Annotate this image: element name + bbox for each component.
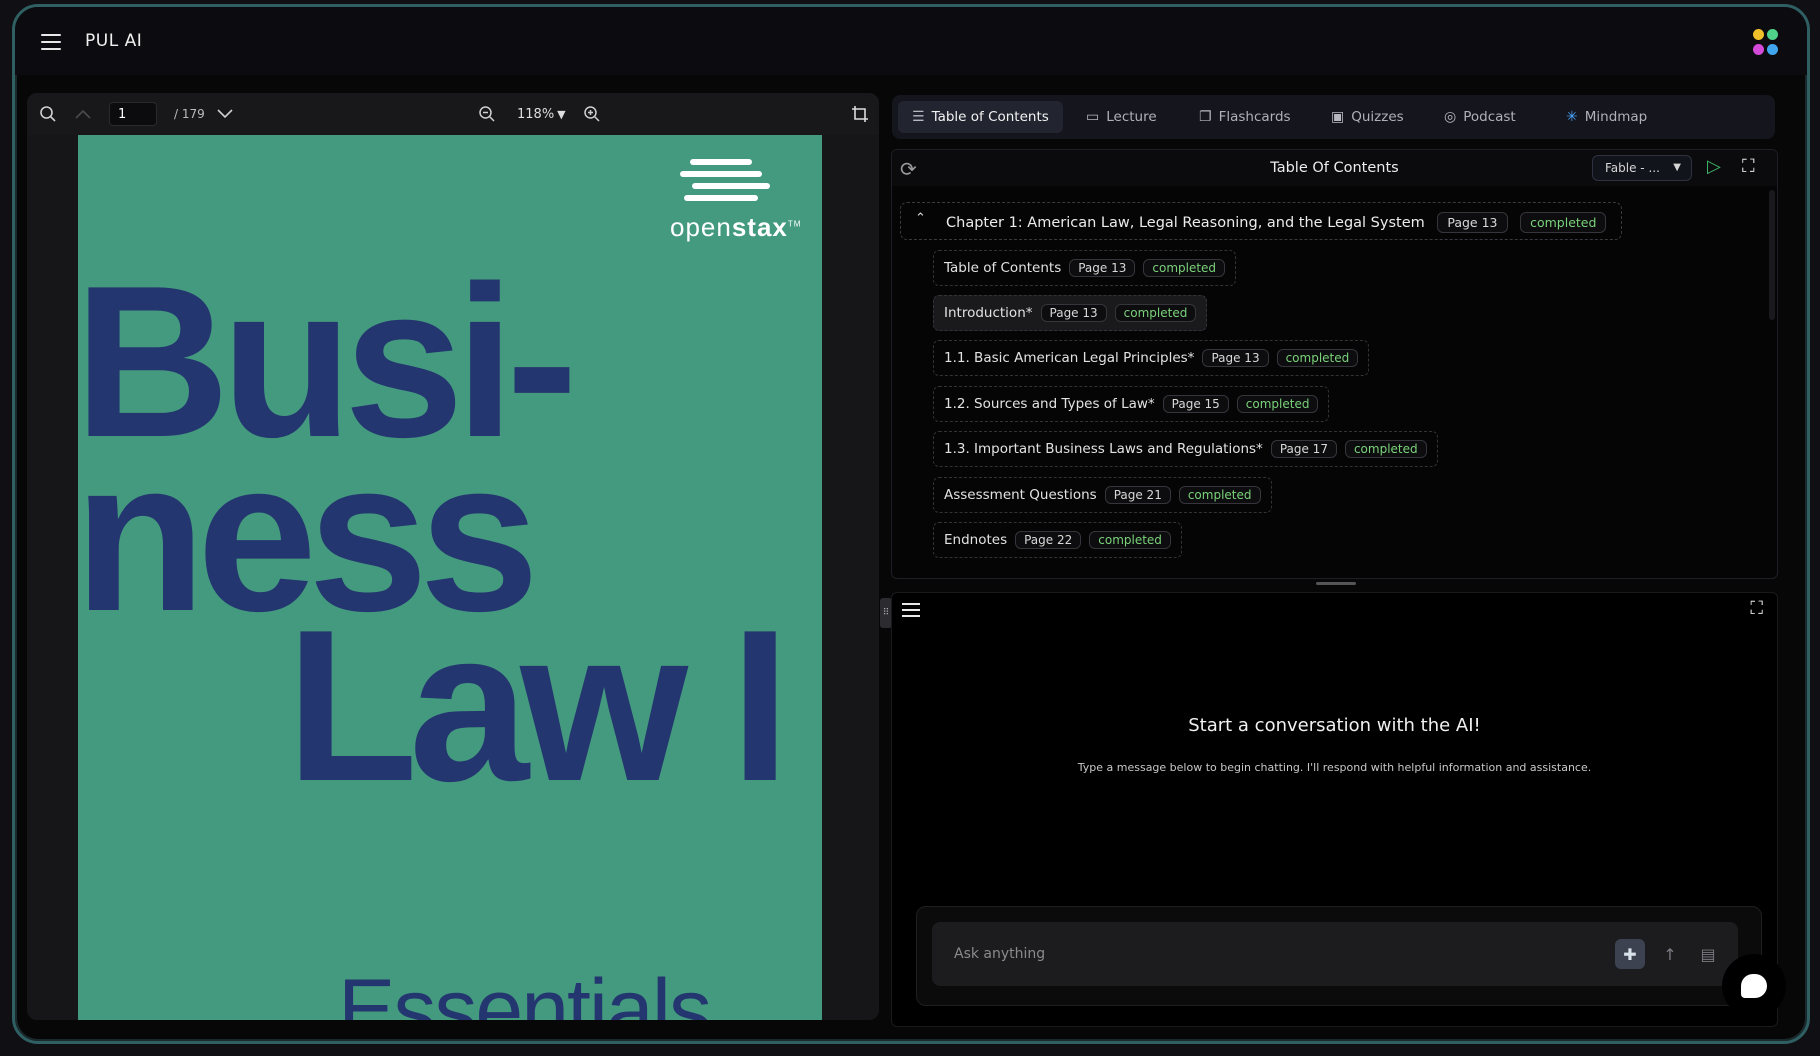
- zoom-select[interactable]: 118% ▼: [517, 93, 566, 135]
- tab-label: Quizzes: [1351, 109, 1404, 125]
- chat-input-container: ✚ ↑ ▤: [916, 906, 1762, 1006]
- logo-text-light: open: [670, 212, 732, 242]
- tab-flashcards[interactable]: ❐ Flashcards: [1185, 101, 1305, 133]
- toc-item[interactable]: 1.2. Sources and Types of Law* Page 15 c…: [933, 386, 1330, 422]
- page-badge: Page 17: [1270, 440, 1337, 458]
- crop-icon[interactable]: [851, 93, 869, 135]
- toc-item[interactable]: 1.1. Basic American Legal Principles* Pa…: [933, 340, 1370, 376]
- toc-item[interactable]: 1.3. Important Business Laws and Regulat…: [933, 431, 1438, 467]
- tab-label: Table of Contents: [931, 109, 1049, 125]
- status-badge: completed: [1520, 212, 1607, 233]
- chat-heading: Start a conversation with the AI!: [1188, 715, 1481, 736]
- toc-item-label: 1.2. Sources and Types of Law*: [944, 396, 1155, 412]
- list-icon: ☰: [912, 109, 925, 125]
- fullscreen-icon[interactable]: ⛶: [1750, 598, 1763, 619]
- divider-grip[interactable]: [1316, 582, 1356, 585]
- pdf-toolbar: / 179 118% ▼: [27, 93, 879, 136]
- tab-quizzes[interactable]: ▣ Quizzes: [1317, 101, 1418, 133]
- toc-item-label: Assessment Questions: [944, 487, 1097, 503]
- tab-label: Mindmap: [1584, 109, 1648, 125]
- toc-header: ⟳ Table Of Contents Fable - ... ▼ ▷ ⛶: [892, 150, 1777, 186]
- chapter-label: Chapter 1: American Law, Legal Reasoning…: [946, 215, 1425, 231]
- pdf-page-area: openstaxTM Busi- ness Law I Essentials: [27, 135, 879, 1020]
- caret-down-icon: ▼: [557, 107, 566, 121]
- caret-down-icon: ▼: [1673, 162, 1681, 173]
- status-badge: completed: [1089, 531, 1171, 549]
- play-icon[interactable]: ▷: [1707, 156, 1721, 177]
- logo-text-bold: stax: [731, 212, 788, 242]
- chapter-row[interactable]: ⌃ Chapter 1: American Law, Legal Reasoni…: [900, 202, 1622, 240]
- panel-divider[interactable]: [891, 581, 1776, 587]
- tab-lecture[interactable]: ▭ Lecture: [1072, 101, 1171, 133]
- chevron-down-icon[interactable]: [217, 93, 233, 135]
- toc-item-label: Table of Contents: [944, 260, 1062, 276]
- add-chat-icon[interactable]: ✚: [1615, 939, 1645, 969]
- tab-table-of-contents[interactable]: ☰ Table of Contents: [898, 101, 1063, 133]
- voice-select[interactable]: Fable - ... ▼: [1592, 155, 1692, 181]
- zoom-out-icon[interactable]: [478, 93, 496, 135]
- status-badge: completed: [1143, 259, 1226, 277]
- status-badge: completed: [1114, 304, 1197, 322]
- top-bar: PUL AI: [15, 7, 1807, 75]
- toc-item-label: Introduction*: [944, 305, 1033, 321]
- fullscreen-icon[interactable]: ⛶: [1742, 156, 1755, 177]
- apps-icon[interactable]: [1753, 29, 1779, 57]
- page-badge: Page 15: [1162, 395, 1229, 413]
- chat-bubble-button[interactable]: [1722, 954, 1786, 1018]
- page-number-input[interactable]: [109, 102, 157, 126]
- menu-icon[interactable]: [41, 34, 61, 50]
- quiz-icon: ▣: [1331, 109, 1345, 125]
- page-badge: Page 22: [1015, 531, 1082, 549]
- tab-label: Flashcards: [1218, 109, 1291, 125]
- page-badge: Page 13: [1437, 212, 1508, 233]
- app-title: PUL AI: [85, 31, 143, 51]
- cards-icon: ❐: [1199, 109, 1212, 125]
- zoom-in-icon[interactable]: [583, 93, 601, 135]
- chevron-up-icon: ⌃: [915, 211, 926, 226]
- cover-subtitle: Essentials: [338, 962, 712, 1020]
- page-badge: Page 13: [1202, 349, 1269, 367]
- tab-label: Podcast: [1463, 109, 1516, 125]
- toc-item[interactable]: Endnotes Page 22 completed: [933, 522, 1182, 558]
- toc-item-label: 1.1. Basic American Legal Principles*: [944, 350, 1195, 366]
- status-badge: completed: [1276, 349, 1359, 367]
- toc-item[interactable]: Table of Contents Page 13 completed: [933, 250, 1237, 286]
- chat-subtext: Type a message below to begin chatting. …: [1077, 761, 1592, 774]
- status-badge: completed: [1236, 395, 1319, 413]
- page-badge: Page 13: [1069, 259, 1136, 277]
- toc-item-label: Endnotes: [944, 532, 1008, 548]
- book-cover: openstaxTM Busi- ness Law I Essentials: [78, 135, 822, 1020]
- openstax-logo: openstaxTM: [670, 157, 810, 247]
- toc-item[interactable]: Introduction* Page 13 completed: [933, 295, 1208, 331]
- toc-item-label: 1.3. Important Business Laws and Regulat…: [944, 441, 1263, 457]
- logo-tm: TM: [787, 219, 802, 229]
- status-badge: completed: [1178, 486, 1261, 504]
- status-badge: completed: [1344, 440, 1427, 458]
- presentation-icon: ▭: [1086, 109, 1100, 125]
- page-total: / 179: [174, 107, 205, 121]
- pdf-viewer: / 179 118% ▼ openstaxTM: [27, 93, 879, 1020]
- toc-panel: ⟳ Table Of Contents Fable - ... ▼ ▷ ⛶ ⌃ …: [891, 149, 1778, 579]
- chevron-up-icon[interactable]: [75, 93, 91, 135]
- podcast-icon: ◎: [1444, 109, 1457, 125]
- toc-item[interactable]: Assessment Questions Page 21 completed: [933, 477, 1272, 513]
- send-arrow-icon[interactable]: ↑: [1655, 939, 1685, 969]
- voice-select-value: Fable - ...: [1605, 161, 1660, 175]
- cover-title-line3: Law I: [286, 584, 790, 826]
- chat-panel: ⛶ Start a conversation with the AI! Type…: [891, 592, 1778, 1027]
- tab-label: Lecture: [1106, 109, 1157, 125]
- page-badge: Page 21: [1104, 486, 1171, 504]
- feature-tabs: ☰ Table of Contents ▭ Lecture ❐ Flashcar…: [892, 95, 1775, 139]
- menu-icon[interactable]: [902, 603, 920, 621]
- chat-bubble-icon: [1741, 974, 1767, 998]
- page-badge: Page 13: [1040, 304, 1107, 322]
- zoom-level: 118%: [517, 106, 555, 122]
- scrollbar[interactable]: [1769, 190, 1775, 320]
- tab-podcast[interactable]: ◎ Podcast: [1430, 101, 1530, 133]
- mindmap-icon: ✳: [1566, 109, 1578, 125]
- voice-message-icon[interactable]: ▤: [1693, 939, 1723, 969]
- search-icon[interactable]: [39, 93, 57, 135]
- tab-mindmap[interactable]: ✳ Mindmap: [1552, 101, 1661, 133]
